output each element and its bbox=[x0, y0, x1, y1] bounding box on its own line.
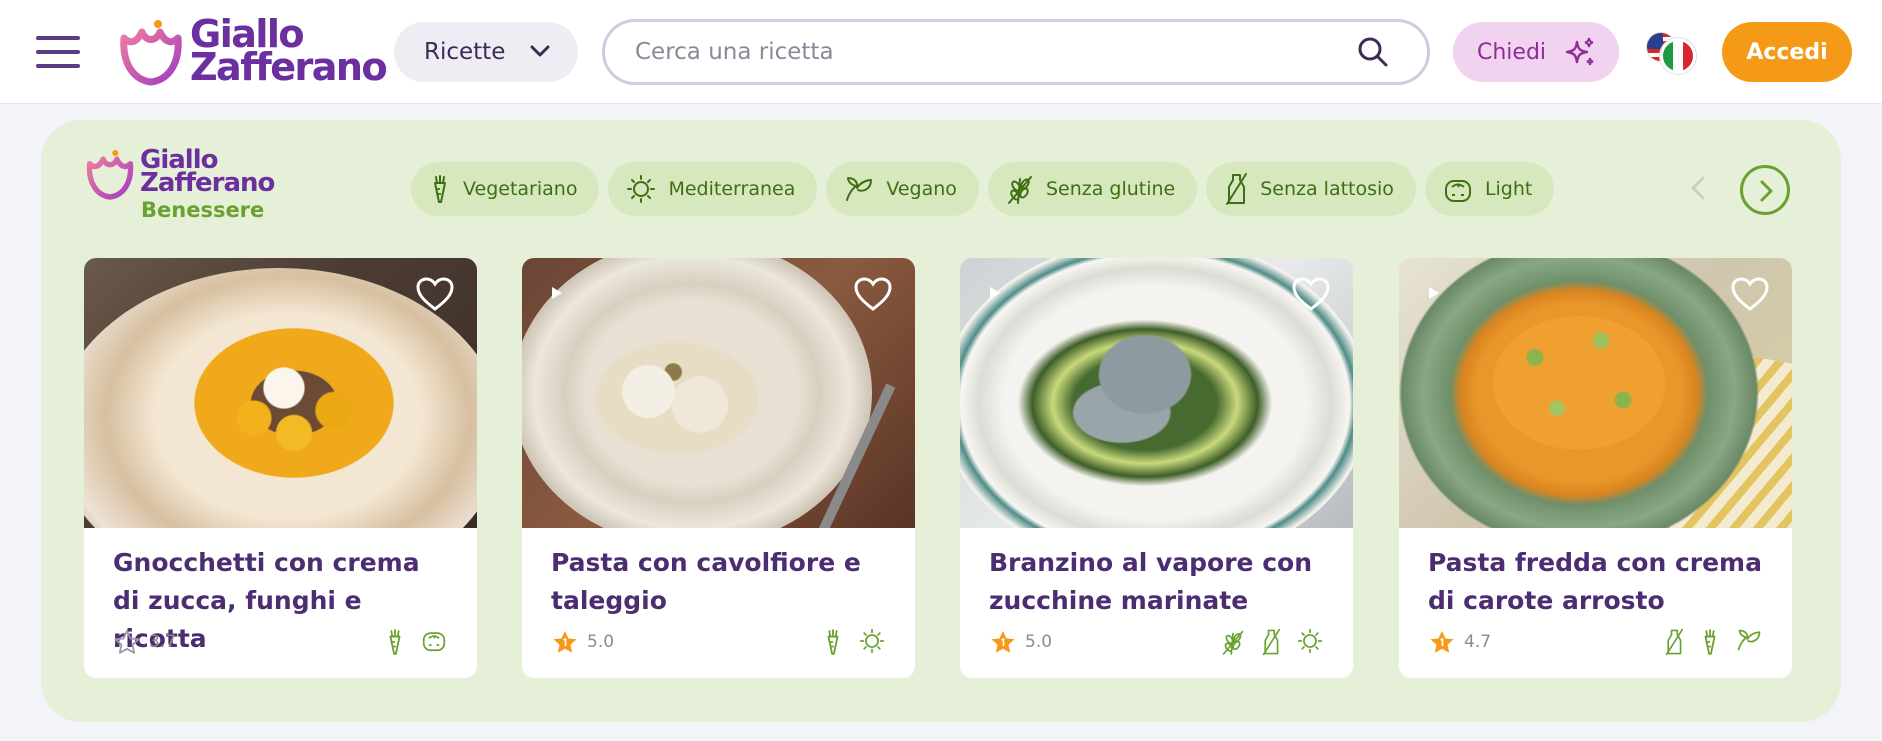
heart-icon[interactable] bbox=[853, 276, 893, 312]
heart-icon[interactable] bbox=[1730, 276, 1770, 312]
recipe-card[interactable]: Gnocchetti con crema di zucca, funghi e … bbox=[84, 258, 477, 678]
flower-logo-icon bbox=[120, 20, 182, 86]
video-play-icon bbox=[552, 287, 562, 299]
star-filled-icon bbox=[1430, 631, 1454, 653]
recipe-title[interactable]: Branzino al vapore con zucchine marinate bbox=[989, 544, 1329, 620]
star-outline-icon bbox=[114, 630, 140, 654]
video-play-icon bbox=[1429, 287, 1439, 299]
recipe-rating: 4.7 bbox=[1428, 629, 1491, 655]
search-icon[interactable] bbox=[1357, 36, 1389, 68]
carrot-icon bbox=[434, 175, 446, 203]
star-filled-icon bbox=[991, 631, 1015, 653]
search-bar bbox=[602, 19, 1430, 85]
leaf-icon bbox=[846, 177, 873, 201]
flower-logo-icon bbox=[86, 150, 134, 200]
recipe-photo bbox=[522, 258, 915, 528]
carrot-icon bbox=[827, 629, 839, 655]
diet-icons bbox=[1664, 628, 1762, 656]
heart-icon[interactable] bbox=[1291, 276, 1331, 312]
chip-senza-glutine[interactable]: Senza glutine bbox=[987, 162, 1198, 216]
diet-icons bbox=[1221, 628, 1323, 656]
benessere-wordmark: Giallo Zafferano bbox=[140, 145, 275, 198]
scale-icon bbox=[422, 632, 446, 652]
diet-icons bbox=[385, 628, 447, 656]
italy-flag-icon bbox=[1660, 38, 1696, 74]
menu-icon[interactable] bbox=[34, 34, 82, 70]
chip-mediterranea[interactable]: Mediterranea bbox=[608, 162, 818, 216]
recipe-card[interactable]: Branzino al vapore con zucchine marinate… bbox=[960, 258, 1353, 678]
accedi-button[interactable]: Accedi bbox=[1722, 22, 1852, 82]
benessere-label: Benessere bbox=[141, 198, 265, 222]
recipe-rating: 5.0 bbox=[989, 629, 1052, 655]
video-play-icon bbox=[990, 287, 1000, 299]
leaf-icon bbox=[1737, 629, 1761, 651]
chip-light[interactable]: Light bbox=[1424, 162, 1555, 216]
recipe-photo bbox=[960, 258, 1353, 528]
recipe-photo bbox=[1399, 258, 1792, 528]
recipe-carousel: Gnocchetti con crema di zucca, funghi e … bbox=[84, 258, 1792, 678]
carousel-next-button[interactable] bbox=[1740, 165, 1790, 215]
search-input[interactable] bbox=[635, 34, 1335, 70]
scale-icon bbox=[1444, 180, 1471, 202]
recipe-photo bbox=[84, 258, 477, 528]
chevron-right-icon bbox=[1760, 180, 1773, 202]
sun-icon bbox=[859, 628, 885, 654]
recipe-title[interactable]: Pasta fredda con crema di carote arrosto bbox=[1428, 544, 1768, 620]
carrot-icon bbox=[389, 629, 401, 655]
logo-wordmark: Giallo Zafferano bbox=[190, 12, 388, 89]
star-filled-icon bbox=[553, 631, 577, 653]
sparkle-icon bbox=[1565, 37, 1594, 66]
heart-icon[interactable] bbox=[415, 276, 455, 312]
sun-icon bbox=[1297, 628, 1323, 654]
recipe-rating: 5.0 bbox=[551, 629, 614, 655]
milk-bottle-icon bbox=[1665, 628, 1684, 656]
milk-bottle-icon bbox=[1226, 173, 1248, 205]
recipe-title[interactable]: Pasta con cavolfiore e taleggio bbox=[551, 544, 891, 620]
chevron-left-icon[interactable] bbox=[1681, 170, 1717, 206]
chip-vegetariano[interactable]: Vegetariano bbox=[411, 162, 600, 216]
benessere-section: Giallo Zafferano Benessere Vegetariano M… bbox=[41, 120, 1841, 722]
recipe-card[interactable]: Pasta fredda con crema di carote arrosto… bbox=[1399, 258, 1792, 678]
chiedi-label: Chiedi bbox=[1477, 39, 1547, 65]
benessere-logo[interactable]: Giallo Zafferano Benessere bbox=[85, 145, 295, 226]
site-logo[interactable]: Giallo Zafferano bbox=[118, 14, 388, 90]
carrot-icon bbox=[1704, 629, 1716, 655]
diet-icons bbox=[823, 628, 885, 656]
recipe-card[interactable]: Pasta con cavolfiore e taleggio 5.0 bbox=[522, 258, 915, 678]
recipe-rating: 3.7 bbox=[113, 629, 176, 655]
wheat-icon bbox=[1007, 176, 1032, 204]
chip-senza-lattosio[interactable]: Senza lattosio bbox=[1206, 162, 1416, 216]
language-switcher[interactable] bbox=[1644, 30, 1700, 76]
diet-filter-chips: Vegetariano Mediterranea Vegano Senza gl… bbox=[411, 162, 1555, 216]
chiedi-button[interactable]: Chiedi bbox=[1453, 22, 1619, 82]
top-header: Giallo Zafferano Ricette Chiedi Accedi bbox=[0, 0, 1882, 104]
wheat-icon bbox=[1222, 630, 1244, 655]
chevron-down-icon bbox=[530, 45, 550, 57]
ricette-dropdown[interactable]: Ricette bbox=[394, 22, 578, 82]
sun-icon bbox=[627, 175, 656, 203]
ricette-label: Ricette bbox=[424, 39, 506, 65]
chip-vegano[interactable]: Vegano bbox=[826, 162, 979, 216]
milk-bottle-icon bbox=[1262, 628, 1281, 656]
